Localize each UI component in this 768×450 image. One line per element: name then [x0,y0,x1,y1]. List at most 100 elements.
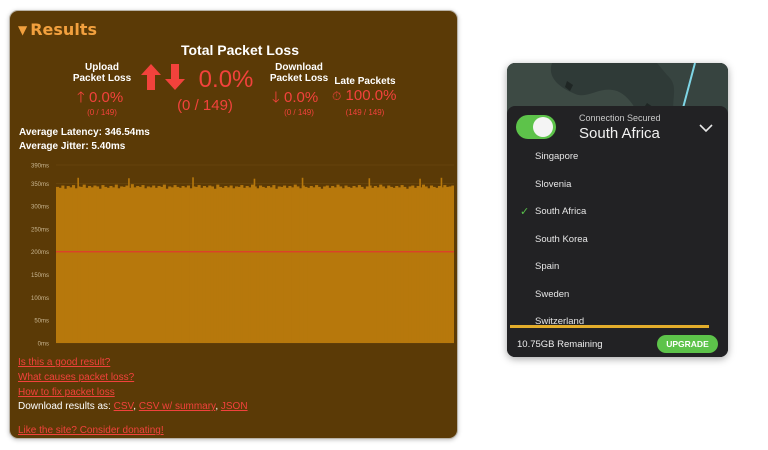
location-item[interactable]: Sweden [507,283,728,309]
latency-bar [130,184,134,343]
total-loss-percent: 0.0% [198,66,254,93]
results-panel: ▼ Results Total Packet Loss Upload Packet… [9,10,458,439]
latency-bar [267,185,271,343]
total-loss-fraction: (0 / 149) [177,97,233,114]
results-header[interactable]: ▼ Results [18,20,97,39]
connection-status: Connection Secured [579,113,661,123]
latency-bar [341,188,345,343]
average-latency: Average Latency: 346.54ms [19,127,150,138]
location-name: Sweden [535,288,570,300]
location-item[interactable]: ✓ South Africa [507,200,728,226]
latency-bar [149,187,153,343]
location-name: South Africa [535,206,587,217]
screenshot-stage: ▼ Results Total Packet Loss Upload Packet… [0,0,768,450]
latency-bar [200,187,204,343]
latency-bar [395,185,399,343]
latency-bar [259,185,263,343]
latency-bar [152,185,156,343]
latency-bar [248,187,252,343]
latency-bar [181,185,185,343]
latency-bar [240,185,244,343]
upload-arrow-icon: 🡑 [77,89,85,106]
data-usage-fill [510,325,709,328]
data-remaining: 10.75GB Remaining [517,339,603,350]
latency-bar [379,184,383,343]
y-tick-label: 0ms [38,342,49,348]
latency-bar [408,186,412,343]
latency-bar [376,187,380,343]
latency-bar [371,187,375,343]
y-tick-label: 350ms [31,182,49,188]
latency-bar [427,188,431,343]
latency-bar [403,186,407,343]
upgrade-button[interactable]: UPGRADE [657,335,718,353]
latency-bar [232,188,236,343]
latency-bar [355,187,359,343]
latency-bar [280,186,284,343]
latency-bar [299,188,303,343]
results-title: Results [30,20,97,39]
latency-bar [320,188,324,343]
latency-bar [125,185,129,343]
latency-bar [117,188,121,343]
latency-bar [168,186,172,343]
latency-bar [333,187,337,343]
location-item[interactable]: Singapore [507,145,728,171]
latency-bar [296,186,300,343]
latency-bar [208,185,212,343]
latency-bar [416,185,420,343]
latency-bar [136,185,140,343]
latency-bar [360,186,364,343]
latency-spike-bar [440,177,443,343]
packet-loss-causes-link[interactable]: What causes packet loss? [18,372,134,383]
total-loss-value: 0.0% [140,63,253,94]
csv-summary-download-link[interactable]: CSV w/ summary [139,401,216,412]
csv-download-link[interactable]: CSV [114,401,134,412]
location-item[interactable]: Switzerland [507,310,728,336]
latency-bar [109,185,113,343]
latency-bar [373,185,377,343]
upload-loss-label: Upload Packet Loss [62,62,142,84]
latency-bar [264,187,268,343]
latency-bar [277,186,281,343]
latency-bar [160,186,164,343]
latency-bar [170,187,174,343]
latency-bar [331,185,335,343]
latency-bar [451,185,454,343]
latency-bar [347,186,351,343]
good-result-link[interactable]: Is this a good result? [18,357,110,368]
latency-bar [357,185,361,343]
average-jitter: Average Jitter: 5.40ms [19,141,126,152]
latency-bar [58,187,62,343]
json-download-link[interactable]: JSON [221,401,248,412]
chevron-down-icon[interactable] [698,120,714,136]
y-tick-label: 250ms [31,227,49,233]
location-name: Slovenia [535,178,572,190]
latency-bar [363,188,367,343]
location-item[interactable]: Slovenia [507,173,728,199]
latency-bar [74,188,78,343]
latency-spike-bar [128,178,130,343]
latency-bar [120,186,124,343]
data-usage-bar [510,325,709,328]
donate-link[interactable]: Like the site? Consider donating! [18,425,164,436]
latency-bar [61,185,65,343]
location-item[interactable]: South Korea [507,228,728,254]
location-item[interactable]: Spain [507,255,728,281]
latency-bar [176,186,180,343]
latency-spike-bar [368,178,371,343]
latency-bar [122,186,126,343]
latency-bar [56,186,60,343]
total-loss-label: Total Packet Loss [180,42,299,58]
latency-bar [173,185,177,343]
vpn-connect-toggle[interactable] [516,115,556,139]
fix-packet-loss-link[interactable]: How to fix packet loss [18,387,115,398]
late-packets-label: Late Packets [334,76,396,87]
latency-bar [432,186,436,343]
latency-bar [293,184,297,343]
latency-bar [96,186,100,343]
collapse-triangle-icon[interactable]: ▼ [18,23,27,37]
late-packets-value: ⏱ 100.0% [332,87,396,104]
latency-bar [90,187,94,343]
latency-bar [387,185,391,343]
